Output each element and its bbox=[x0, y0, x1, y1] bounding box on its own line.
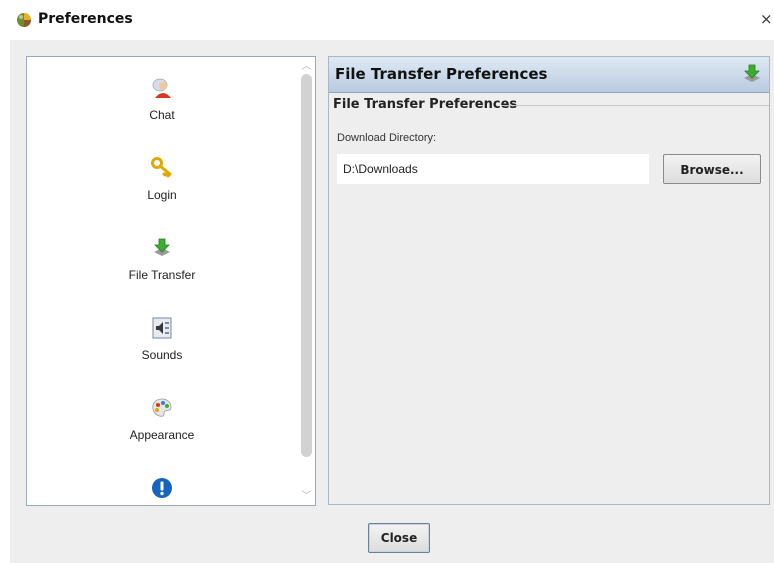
window-title: Preferences bbox=[38, 11, 133, 27]
sidebar-item-alerts[interactable] bbox=[27, 477, 297, 505]
dialog-body: Chat Login File Transfer Sounds Appearan… bbox=[10, 40, 774, 563]
browse-button[interactable]: Browse... bbox=[663, 154, 761, 184]
sidebar-item-login[interactable]: Login bbox=[27, 157, 297, 231]
sidebar-item-file-transfer[interactable]: File Transfer bbox=[27, 237, 297, 311]
close-button[interactable]: Close bbox=[368, 523, 430, 553]
sidebar-item-label: Login bbox=[147, 188, 177, 202]
download-arrow-icon bbox=[744, 64, 760, 82]
group-title: File Transfer Preferences bbox=[333, 97, 518, 112]
sidebar-item-chat[interactable]: Chat bbox=[27, 77, 297, 151]
download-directory-field[interactable] bbox=[337, 154, 649, 184]
list-scrollbar[interactable]: ︿ ﹀ bbox=[299, 58, 314, 504]
sidebar-item-label: File Transfer bbox=[128, 268, 196, 282]
chat-user-icon bbox=[152, 78, 171, 98]
title-bar: Preferences × bbox=[0, 0, 774, 40]
sidebar-item-appearance[interactable]: Appearance bbox=[27, 397, 297, 471]
panel-header: File Transfer Preferences bbox=[329, 57, 769, 93]
download-directory-label: Download Directory: bbox=[337, 132, 437, 144]
group-divider bbox=[501, 105, 769, 106]
scroll-thumb[interactable] bbox=[301, 74, 312, 457]
sidebar-item-label: Appearance bbox=[129, 428, 195, 442]
sidebar-item-sounds[interactable]: Sounds bbox=[27, 317, 297, 391]
sidebar-item-label: Chat bbox=[149, 108, 175, 122]
file-transfer-settings-panel: File Transfer Preferences File Transfer … bbox=[328, 56, 770, 505]
panel-header-title: File Transfer Preferences bbox=[335, 65, 548, 83]
window-close-icon[interactable]: × bbox=[760, 10, 774, 28]
palette-icon bbox=[152, 398, 172, 417]
sidebar-item-label: Sounds bbox=[141, 348, 183, 362]
scroll-up-arrow-icon[interactable]: ︿ bbox=[299, 60, 314, 74]
app-logo-icon bbox=[17, 13, 31, 27]
alert-icon bbox=[152, 478, 172, 498]
speaker-icon bbox=[152, 317, 172, 339]
preferences-category-list: Chat Login File Transfer Sounds Appearan… bbox=[26, 56, 316, 506]
key-icon bbox=[151, 157, 172, 178]
scroll-down-arrow-icon[interactable]: ﹀ bbox=[299, 490, 314, 504]
download-arrow-icon bbox=[154, 238, 170, 256]
